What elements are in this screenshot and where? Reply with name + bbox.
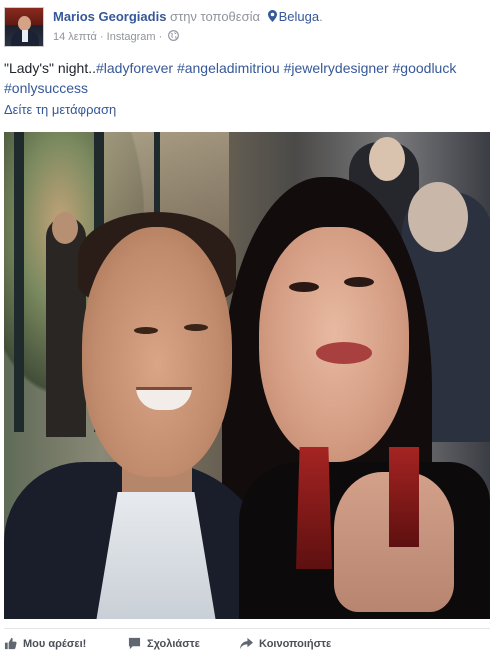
- thumbs-up-icon: [4, 637, 17, 650]
- hashtag-link[interactable]: #onlysuccess: [4, 80, 88, 96]
- like-button[interactable]: Μου αρέσει!: [4, 637, 86, 650]
- location-prefix: στην τοποθεσία: [170, 9, 261, 24]
- location-link[interactable]: Beluga: [279, 9, 319, 24]
- meta-separator-2: ·: [158, 31, 163, 43]
- comment-icon: [128, 637, 141, 650]
- hashtag-link[interactable]: #goodluck: [393, 60, 457, 76]
- author-avatar[interactable]: [4, 7, 44, 47]
- post-body: "Lady's" night..#ladyforever #angeladimi…: [4, 58, 490, 98]
- hashtag-link[interactable]: #jewelrydesigner: [284, 60, 389, 76]
- location-suffix: .: [319, 9, 323, 24]
- post-meta: 14 λεπτά · Instagram ·: [53, 30, 180, 43]
- meta-separator: ·: [99, 31, 104, 43]
- post-actions-bar: Μου αρέσει! Σχολιάστε Κοινοποιήστε: [4, 637, 490, 655]
- share-button[interactable]: Κοινοποιήστε: [240, 637, 331, 650]
- hashtag-link[interactable]: #ladyforever: [96, 60, 173, 76]
- post-photo[interactable]: [4, 132, 490, 619]
- facebook-post: Marios Georgiadis στην τοποθεσία Beluga.…: [0, 0, 494, 657]
- author-name[interactable]: Marios Georgiadis: [53, 9, 166, 24]
- actions-divider: [4, 628, 490, 629]
- hashtag-link[interactable]: #angeladimitriou: [177, 60, 280, 76]
- share-label: Κοινοποιήστε: [259, 637, 332, 650]
- comment-label: Σχολιάστε: [147, 637, 200, 650]
- post-text-prefix: "Lady's" night..: [4, 60, 96, 76]
- map-pin-icon: [267, 10, 277, 22]
- author-line: Marios Georgiadis στην τοποθεσία Beluga.: [53, 9, 323, 24]
- post-timestamp[interactable]: 14 λεπτά: [53, 31, 97, 43]
- post-header: Marios Georgiadis στην τοποθεσία Beluga.…: [4, 7, 490, 49]
- share-arrow-icon: [240, 637, 253, 650]
- see-translation-link[interactable]: Δείτε τη μετάφραση: [4, 102, 116, 117]
- like-label: Μου αρέσει!: [23, 637, 87, 650]
- globe-icon[interactable]: [168, 30, 180, 41]
- comment-button[interactable]: Σχολιάστε: [128, 637, 200, 650]
- post-source: Instagram: [106, 31, 156, 43]
